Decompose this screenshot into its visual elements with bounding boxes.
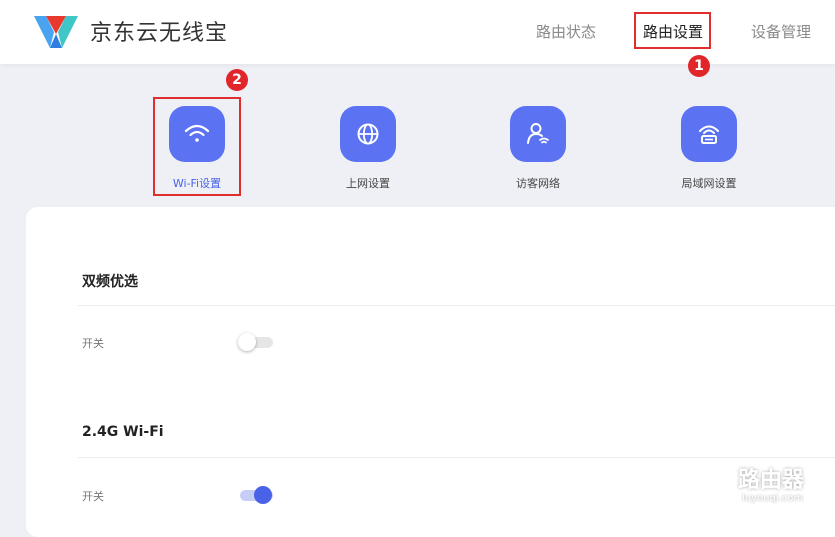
site-watermark: 路由器 luyouqi.com — [694, 462, 824, 510]
guest-icon — [527, 123, 549, 144]
globe-icon — [357, 123, 379, 145]
highlight-box-nav-settings — [634, 12, 711, 49]
band-steering-toggle[interactable] — [238, 333, 273, 351]
divider — [78, 305, 835, 306]
toggle-knob — [238, 333, 256, 351]
internet-tab-icon-bg — [340, 106, 396, 162]
router-watermark-icon — [695, 464, 733, 502]
tab-label-internet: 上网设置 — [346, 177, 390, 190]
guest-tab-icon-bg — [510, 106, 566, 162]
step-badge-2: 2 — [226, 69, 248, 91]
tab-label-lan: 局域网设置 — [681, 177, 737, 190]
router-icon — [699, 125, 719, 144]
watermark-url: luyouqi.com — [742, 493, 804, 504]
step-badge-1: 1 — [688, 55, 710, 77]
switch-label-band-steering: 开关 — [82, 337, 104, 350]
tab-lan-settings[interactable]: 局域网设置 — [679, 106, 739, 196]
section-title-24g-wifi: 2.4G Wi-Fi — [82, 424, 164, 440]
watermark-title: 路由器 — [738, 468, 805, 493]
nav-device-management[interactable]: 设备管理 — [751, 21, 811, 42]
tab-guest-network[interactable]: 访客网络 — [508, 106, 568, 196]
highlight-box-wifi-tab — [153, 97, 241, 196]
divider — [78, 457, 835, 458]
section-title-band-steering: 双频优选 — [82, 274, 138, 290]
toggle-knob — [254, 486, 272, 504]
nav-router-status[interactable]: 路由状态 — [536, 21, 596, 42]
lan-tab-icon-bg — [681, 106, 737, 162]
app-title: 京东云无线宝 — [90, 21, 229, 46]
jdcloud-logo-icon — [34, 16, 78, 48]
wifi-24g-toggle[interactable] — [240, 486, 273, 504]
switch-label-24g-wifi: 开关 — [82, 490, 104, 503]
tab-internet-settings[interactable]: 上网设置 — [338, 106, 398, 196]
tab-label-guest: 访客网络 — [516, 177, 560, 190]
